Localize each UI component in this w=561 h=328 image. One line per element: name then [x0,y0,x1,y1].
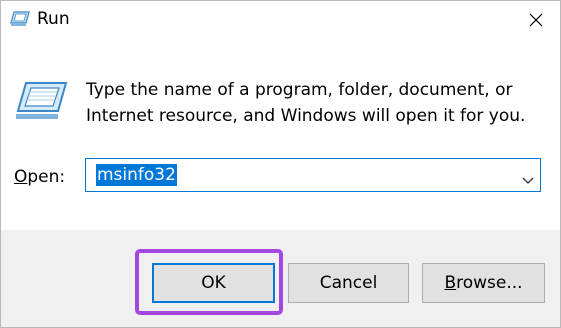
browse-accel: B [444,273,457,293]
open-label-rest: pen: [27,167,66,187]
chevron-down-icon[interactable] [522,170,534,184]
open-label-accel: O [14,167,28,187]
run-description: Type the name of a program, folder, docu… [86,80,526,126]
run-app-icon [14,81,68,121]
ok-button[interactable]: OK [152,263,275,303]
title-bar: Run [1,1,560,41]
open-label: Open: [14,167,65,187]
browse-button[interactable]: Browse... [422,263,545,303]
close-button[interactable] [512,1,560,41]
open-input-value[interactable]: msinfo32 [96,164,177,186]
run-app-icon [10,11,30,27]
browse-rest: rowse... [456,273,523,293]
window-title: Run [37,9,70,29]
open-combobox[interactable]: msinfo32 [85,158,541,192]
run-dialog: Run Type the name of a program, folder, … [0,0,561,328]
close-icon [529,13,543,27]
cancel-button[interactable]: Cancel [288,263,409,303]
